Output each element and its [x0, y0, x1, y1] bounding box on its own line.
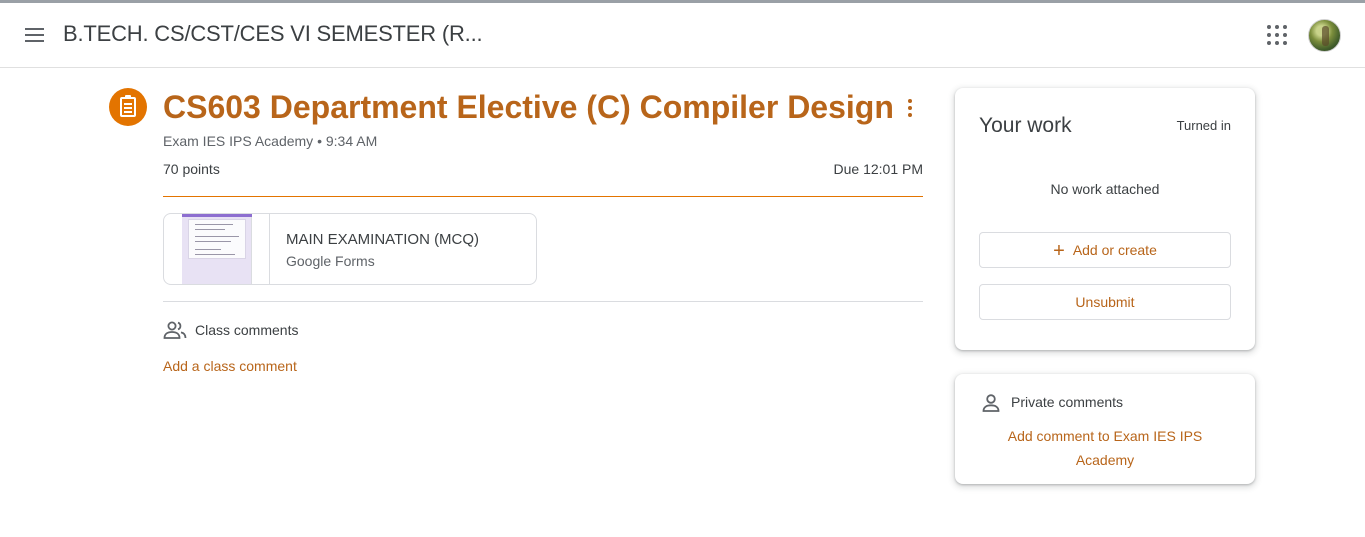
assignment-title: CS603 Department Elective (C) Compiler D… [163, 89, 894, 125]
more-vertical-icon[interactable] [900, 95, 920, 121]
attachment-type: Google Forms [286, 253, 375, 269]
class-comments-label: Class comments [195, 322, 299, 338]
add-private-comment-link[interactable]: Add comment to Exam IES IPS Academy [995, 424, 1215, 472]
comments-divider [163, 301, 923, 302]
points-value: 70 points [163, 161, 220, 177]
assignment-meta: Exam IES IPS Academy • 9:34 AM [163, 133, 377, 149]
meta-separator: • [317, 133, 322, 149]
add-class-comment-link[interactable]: Add a class comment [163, 358, 297, 374]
posted-time: 9:34 AM [325, 133, 378, 149]
author-name: Exam IES IPS Academy [163, 133, 314, 149]
private-comments-card: Private comments Add comment to Exam IES… [955, 374, 1255, 484]
apps-grid-icon[interactable] [1266, 24, 1288, 46]
form-thumbnail [182, 214, 252, 284]
your-work-card: Your work Turned in No work attached + Ad… [955, 88, 1255, 350]
menu-icon[interactable] [22, 22, 48, 48]
people-icon [163, 321, 187, 339]
add-or-create-button[interactable]: + Add or create [979, 232, 1231, 268]
due-time: Due 12:01 PM [833, 161, 924, 177]
plus-icon: + [1053, 240, 1065, 262]
submission-status: Turned in [1176, 118, 1231, 133]
add-or-create-label: Add or create [1072, 242, 1157, 258]
no-work-text: No work attached [1050, 181, 1160, 197]
assignment-icon [109, 88, 147, 126]
your-work-title: Your work [979, 114, 1072, 137]
header-divider [163, 196, 923, 197]
class-title[interactable]: B.TECH. CS/CST/CES VI SEMESTER (R... [63, 21, 483, 47]
top-app-bar: B.TECH. CS/CST/CES VI SEMESTER (R... [0, 3, 1365, 68]
attachment-card[interactable]: MAIN EXAMINATION (MCQ) Google Forms [163, 213, 537, 285]
account-avatar[interactable] [1308, 19, 1341, 52]
private-comments-label: Private comments [1011, 394, 1124, 410]
person-icon [982, 394, 1000, 412]
attachment-divider [269, 214, 270, 284]
attachment-title[interactable]: MAIN EXAMINATION (MCQ) [286, 231, 479, 248]
unsubmit-button[interactable]: Unsubmit [979, 284, 1231, 320]
